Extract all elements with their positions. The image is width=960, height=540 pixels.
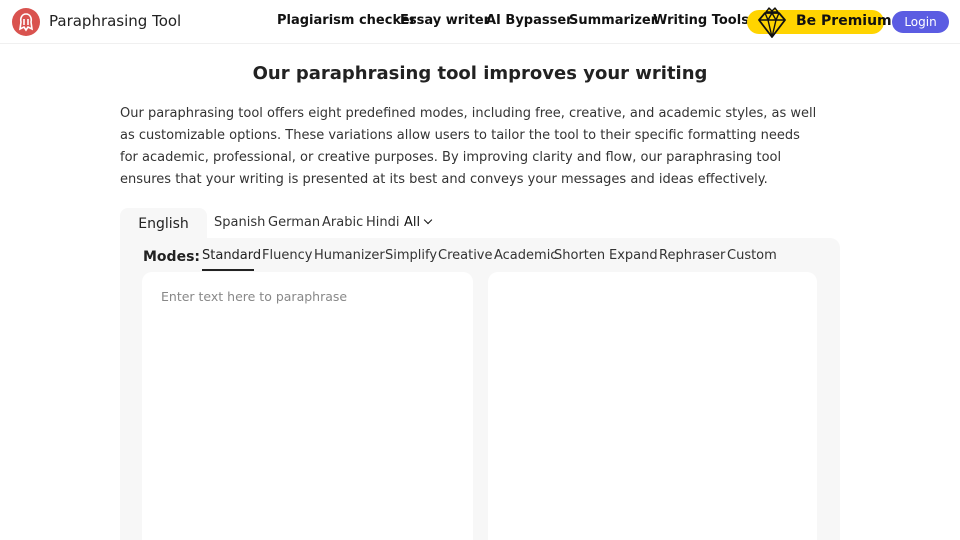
mode-humanizer[interactable]: Humanizer (314, 248, 385, 263)
paraphrase-input[interactable] (142, 272, 473, 540)
logo-glyph (18, 13, 34, 32)
paraphrase-output (488, 272, 817, 540)
be-premium-label: Be Premium (796, 13, 892, 29)
diamond-crown-icon (758, 7, 786, 38)
page-title: Our paraphrasing tool improves your writ… (252, 63, 708, 84)
nav-writing-tools[interactable]: Writing Tools (653, 13, 749, 28)
mode-shorten[interactable]: Shorten (554, 248, 605, 263)
lang-all-dropdown[interactable]: All (404, 215, 433, 230)
page-description: Our paraphrasing tool offers eight prede… (120, 106, 817, 187)
lang-tab-arabic[interactable]: Arabic (322, 215, 363, 230)
input-box (142, 272, 473, 540)
mode-standard[interactable]: Standard (202, 248, 261, 263)
mode-creative[interactable]: Creative (438, 248, 493, 263)
app-logo-icon[interactable] (12, 8, 40, 36)
lang-tab-english[interactable]: English (120, 208, 207, 240)
mode-academic[interactable]: Academic (494, 248, 557, 263)
top-header: Paraphrasing Tool Plagiarism checker Ess… (0, 0, 960, 44)
output-box (488, 272, 817, 540)
mode-custom[interactable]: Custom (727, 248, 777, 263)
lang-tab-hindi[interactable]: Hindi (366, 215, 400, 230)
mode-rephraser[interactable]: Rephraser (659, 248, 725, 263)
mode-simplify[interactable]: Simplify (385, 248, 437, 263)
login-button[interactable]: Login (892, 11, 949, 33)
nav-essay-writer[interactable]: Essay writer (400, 13, 490, 28)
lang-all-label: All (404, 215, 421, 230)
be-premium-button[interactable]: Be Premium (747, 7, 892, 38)
nav-ai-bypasser[interactable]: AI Bypasser (486, 13, 573, 28)
modes-label: Modes: (143, 249, 200, 265)
mode-expand[interactable]: Expand (609, 248, 658, 263)
lang-tab-german[interactable]: German (268, 215, 320, 230)
chevron-down-icon (423, 215, 433, 225)
lang-tab-spanish[interactable]: Spanish (214, 215, 265, 230)
nav-plagiarism-checker[interactable]: Plagiarism checker (277, 13, 416, 28)
brand-name[interactable]: Paraphrasing Tool (49, 12, 181, 30)
mode-fluency[interactable]: Fluency (262, 248, 312, 263)
nav-summarizer[interactable]: Summarizer (569, 13, 657, 28)
active-mode-underline (202, 269, 254, 271)
